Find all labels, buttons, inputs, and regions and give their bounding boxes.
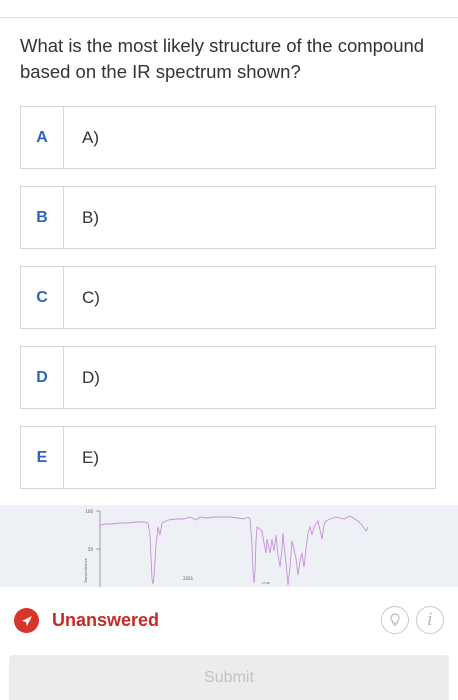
ir-spectrum-plot: 100 50 Transmittance 2261 1745 <box>84 509 369 587</box>
choice-label: D) <box>82 367 100 387</box>
spectrum-y-axis-label: Transmittance <box>84 558 88 584</box>
spectrum-y-tick-label: 100 <box>85 509 93 514</box>
ir-spectrum-image: 100 50 Transmittance 2261 1745 <box>0 505 458 587</box>
choice-letter: C <box>21 267 64 328</box>
choice-letter: B <box>21 187 64 248</box>
spectrum-peak-label: 1745 <box>262 581 270 585</box>
lightbulb-icon[interactable] <box>381 606 409 634</box>
choice-letter: D <box>21 347 64 408</box>
answer-status: Unanswered <box>14 608 159 633</box>
paper-plane-icon <box>14 608 39 633</box>
top-divider <box>0 17 458 18</box>
choice-c[interactable]: C C) <box>20 266 436 329</box>
submit-button[interactable]: Submit <box>9 655 449 700</box>
spectrum-peak-label: 2261 <box>183 576 194 581</box>
question-text: What is the most likely structure of the… <box>20 35 425 82</box>
choice-letter: A <box>21 107 64 168</box>
choice-d[interactable]: D D) <box>20 346 436 409</box>
choice-label: E) <box>82 447 99 467</box>
info-glyph: i <box>427 610 433 630</box>
spectrum-trace <box>99 515 369 586</box>
choice-label: A) <box>82 127 99 147</box>
submit-label: Submit <box>204 668 254 686</box>
choice-label: C) <box>82 287 100 307</box>
choice-letter: E <box>21 427 64 488</box>
choice-label: B) <box>82 207 99 227</box>
info-icon[interactable]: i <box>416 606 444 634</box>
choice-a[interactable]: A A) <box>20 106 436 169</box>
status-label: Unanswered <box>52 610 160 630</box>
spectrum-y-tick-label: 50 <box>88 547 94 552</box>
choice-b[interactable]: B B) <box>20 186 436 249</box>
choice-e[interactable]: E E) <box>20 426 436 489</box>
